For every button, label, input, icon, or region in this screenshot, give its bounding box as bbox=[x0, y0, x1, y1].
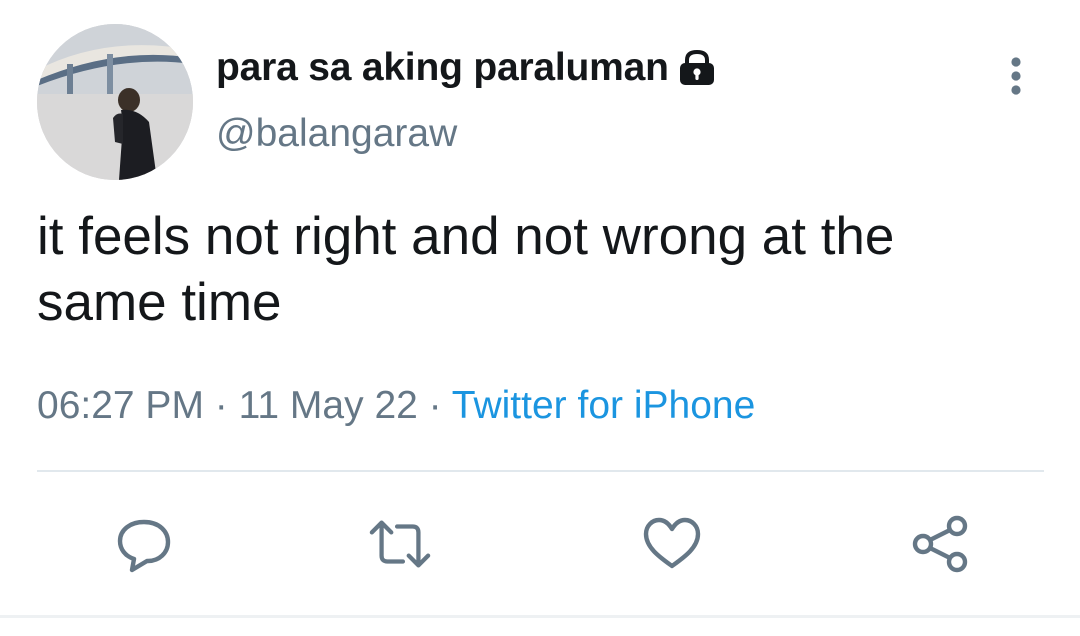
share-icon bbox=[912, 515, 968, 573]
retweet-icon bbox=[369, 520, 431, 568]
bottom-divider bbox=[0, 615, 1080, 618]
tweet-meta: 06:27 PM · 11 May 22 · Twitter for iPhon… bbox=[37, 384, 755, 428]
meta-separator: · bbox=[203, 384, 239, 427]
tweet-date: 11 May 22 bbox=[238, 384, 418, 427]
lock-icon bbox=[677, 49, 717, 87]
more-vertical-icon[interactable] bbox=[1000, 52, 1032, 100]
divider bbox=[37, 470, 1044, 472]
user-name-row: para sa aking paraluman bbox=[216, 40, 717, 96]
display-name[interactable]: para sa aking paraluman bbox=[216, 46, 669, 90]
like-button[interactable] bbox=[640, 512, 704, 576]
tweet-text: it feels not right and not wrong at the … bbox=[37, 207, 895, 332]
share-button[interactable] bbox=[908, 512, 972, 576]
avatar[interactable] bbox=[37, 24, 193, 180]
retweet-button[interactable] bbox=[368, 512, 432, 576]
avatar-image bbox=[37, 24, 193, 180]
reply-button[interactable] bbox=[112, 512, 176, 576]
tweet-source-link[interactable]: Twitter for iPhone bbox=[452, 384, 755, 427]
meta-separator: · bbox=[417, 384, 452, 427]
user-handle[interactable]: @balangaraw bbox=[216, 112, 457, 156]
heart-icon bbox=[643, 517, 701, 569]
reply-icon bbox=[117, 519, 171, 573]
tweet-time: 06:27 PM bbox=[37, 384, 204, 427]
